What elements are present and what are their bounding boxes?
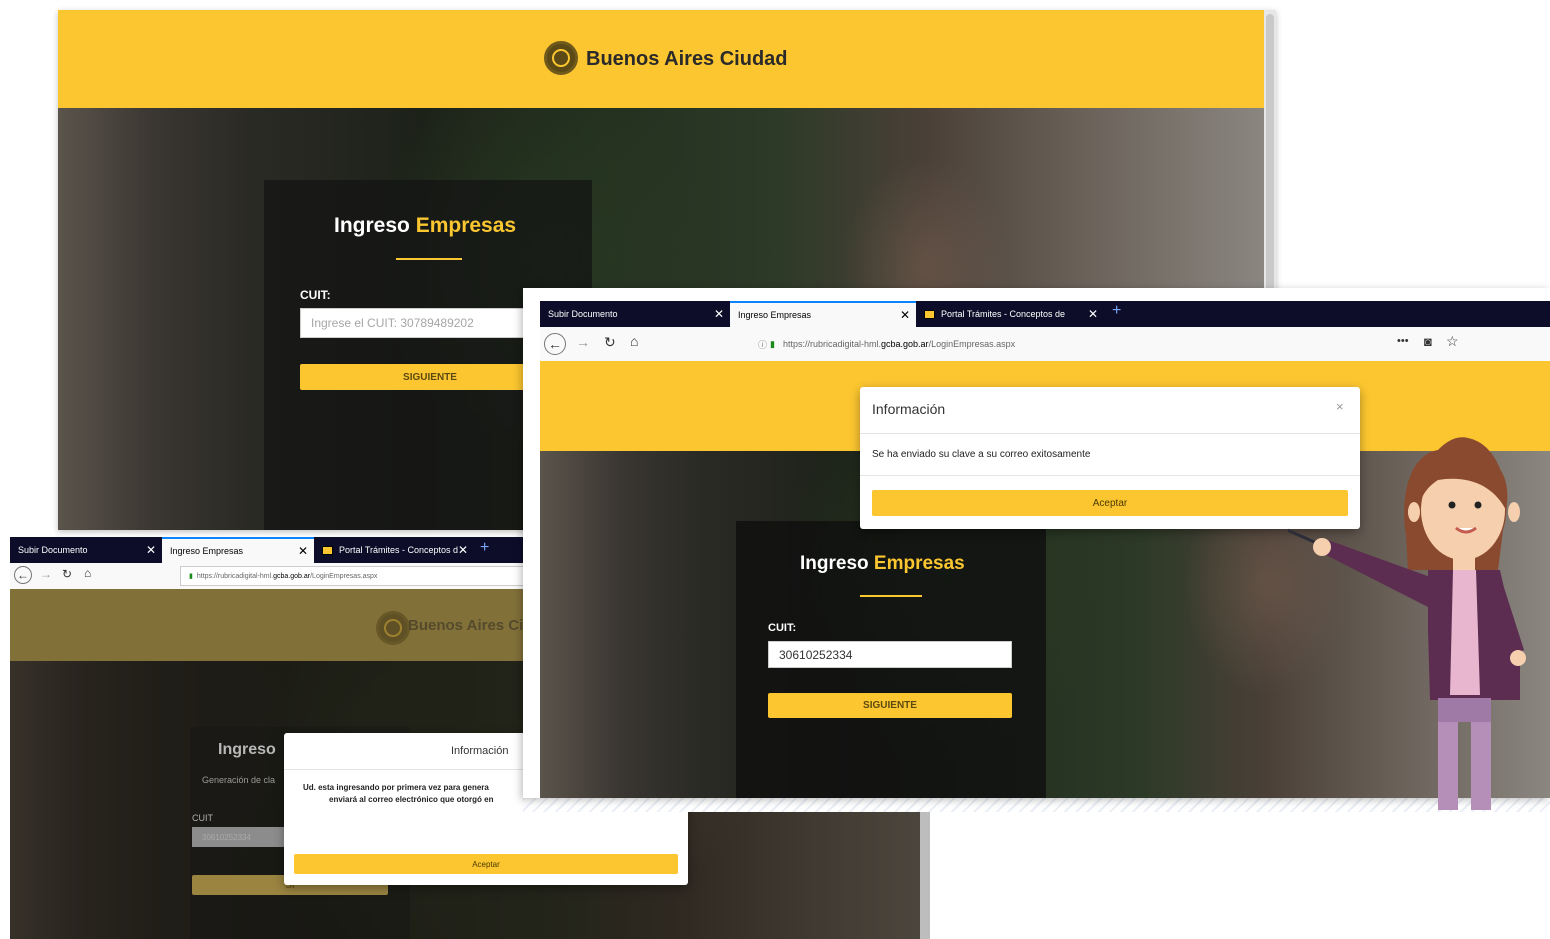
close-icon[interactable]: ✕ <box>458 543 468 557</box>
url-path: /LoginEmpresas.aspx <box>928 339 1016 349</box>
tab-label: Portal Trámites - Conceptos d <box>339 545 459 555</box>
reload-icon[interactable]: ↻ <box>62 567 72 581</box>
accept-button[interactable]: Aceptar <box>872 490 1348 516</box>
tab-label: Portal Trámites - Conceptos de <box>941 309 1066 319</box>
title-underline <box>860 595 922 597</box>
next-button[interactable]: SIGUIENTE <box>768 693 1012 718</box>
close-icon[interactable]: × <box>1336 399 1344 414</box>
next-button[interactable]: SIGUIENTE <box>300 364 560 390</box>
close-icon[interactable]: ✕ <box>1088 307 1098 321</box>
login-panel: Ingreso Empresas CUIT: 30610252334 SIGUI… <box>736 521 1046 798</box>
cuit-label: CUIT: <box>768 622 797 634</box>
tab-label: Ingreso Empresas <box>738 310 812 320</box>
window-edge <box>523 288 540 798</box>
back-arrow-icon[interactable]: ← <box>14 566 32 584</box>
url-prefix: https://rubricadigital-hml. <box>782 339 882 349</box>
cuit-input[interactable]: Ingrese el CUIT: 30789489202 <box>300 308 540 338</box>
eye-right <box>1474 501 1482 509</box>
login-title-accent: Empresas <box>873 553 965 574</box>
new-tab-icon[interactable]: + <box>480 539 489 557</box>
brand-name: Buenos Aires Ciudad <box>586 48 788 70</box>
accept-button[interactable]: Aceptar <box>294 854 678 874</box>
hand-right <box>1510 650 1526 666</box>
cuit-label: CUIT <box>192 813 213 823</box>
shirt <box>1450 570 1480 695</box>
url-domain: gcba.gob.ar <box>881 339 929 349</box>
login-title-main: Ingreso <box>334 214 410 237</box>
url-path: /LoginEmpresas.aspx <box>310 572 378 580</box>
home-icon[interactable]: ⌂ <box>630 333 638 349</box>
close-icon[interactable]: ✕ <box>146 543 156 557</box>
modal-title: Información <box>872 401 946 417</box>
bookmark-star-icon[interactable]: ☆ <box>1446 333 1459 350</box>
new-tab-icon[interactable]: + <box>1112 302 1121 320</box>
cuit-label: CUIT: <box>300 288 331 302</box>
tab-label: Subir Documento <box>18 545 88 555</box>
login-title-main: Ingreso <box>800 553 869 574</box>
close-icon[interactable]: ✕ <box>900 308 910 322</box>
url-prefix: https://rubricadigital-hml. <box>196 572 274 580</box>
eye-left <box>1448 501 1456 509</box>
home-icon[interactable]: ⌂ <box>84 566 91 580</box>
hips <box>1438 698 1491 722</box>
pocket-icon[interactable]: ◙ <box>1424 334 1432 349</box>
lock-icon: ▮ <box>770 338 775 349</box>
back-arrow-icon[interactable]: ← <box>544 333 566 355</box>
page-actions-menu-icon[interactable]: ••• <box>1397 335 1409 347</box>
tab-ingreso-empresas[interactable]: Ingreso Empresas ✕ <box>162 537 314 563</box>
tab-label: Subir Documento <box>548 309 618 319</box>
cuit-input[interactable]: 30610252334 <box>768 641 1012 668</box>
modal-message-line2: enviará al correo electrónico que otorgó… <box>329 795 494 804</box>
info-modal: Información × Se ha enviado su clave a s… <box>860 387 1360 529</box>
modal-title: Información <box>451 745 509 757</box>
login-title: Ingreso Empresas <box>334 214 516 238</box>
close-icon[interactable]: ✕ <box>298 544 308 558</box>
smile <box>1455 526 1477 534</box>
pointing-character-illustration <box>1288 437 1526 810</box>
hand <box>1313 538 1331 556</box>
modal-message: Se ha enviado su clave a su correo exito… <box>872 449 1091 460</box>
portal-favicon-icon <box>322 545 333 555</box>
title-underline <box>396 258 462 260</box>
modal-message-line1: Ud. esta ingresando por primera vez para… <box>303 783 489 792</box>
tab-subir-documento[interactable]: Subir Documento ✕ <box>10 537 162 563</box>
url-bar[interactable]: ⓘ ▮ https://rubricadigital-hml. gcba.gob.… <box>750 332 1470 356</box>
url-domain: gcba.gob.ar <box>273 572 311 580</box>
forward-arrow-icon[interactable]: → <box>576 334 590 350</box>
ear-left <box>1408 502 1420 522</box>
portal-favicon-icon <box>924 309 935 319</box>
tab-bar: Subir Documento ✕ Ingreso Empresas ✕ Porta… <box>540 301 1550 327</box>
tab-subir-documento[interactable]: Subir Documento ✕ <box>540 301 730 327</box>
tab-portal-tramites[interactable]: Portal Trámites - Conceptos d ✕ <box>314 537 474 563</box>
login-title-main: Ingreso <box>218 741 276 758</box>
tab-portal-tramites[interactable]: Portal Trámites - Conceptos de ✕ <box>916 301 1104 327</box>
site-header: Buenos Aires Ciudad <box>58 10 1264 108</box>
ear-right <box>1508 502 1520 522</box>
modal-divider <box>860 433 1360 434</box>
login-title: Ingreso Empresas <box>800 553 965 575</box>
login-subtitle: Generación de cla <box>202 775 276 785</box>
tab-ingreso-empresas[interactable]: Ingreso Empresas ✕ <box>730 301 916 327</box>
lock-icon: ▮ <box>189 573 193 580</box>
url-bar[interactable]: ▮ https://rubricadigital-hml. gcba.gob.ar… <box>180 566 540 586</box>
nav-bar: ← → ↻ ⌂ ⓘ ▮ https://rubricadigital-hml. g… <box>540 327 1550 362</box>
login-title-accent: Empresas <box>415 214 517 237</box>
tab-label: Ingreso Empresas <box>170 546 244 556</box>
info-icon: ⓘ <box>758 339 768 350</box>
modal-divider <box>860 475 1360 476</box>
reload-icon[interactable]: ↻ <box>604 334 616 351</box>
city-logo-icon <box>544 41 578 75</box>
forward-arrow-icon[interactable]: → <box>40 567 52 581</box>
close-icon[interactable]: ✕ <box>714 307 724 321</box>
